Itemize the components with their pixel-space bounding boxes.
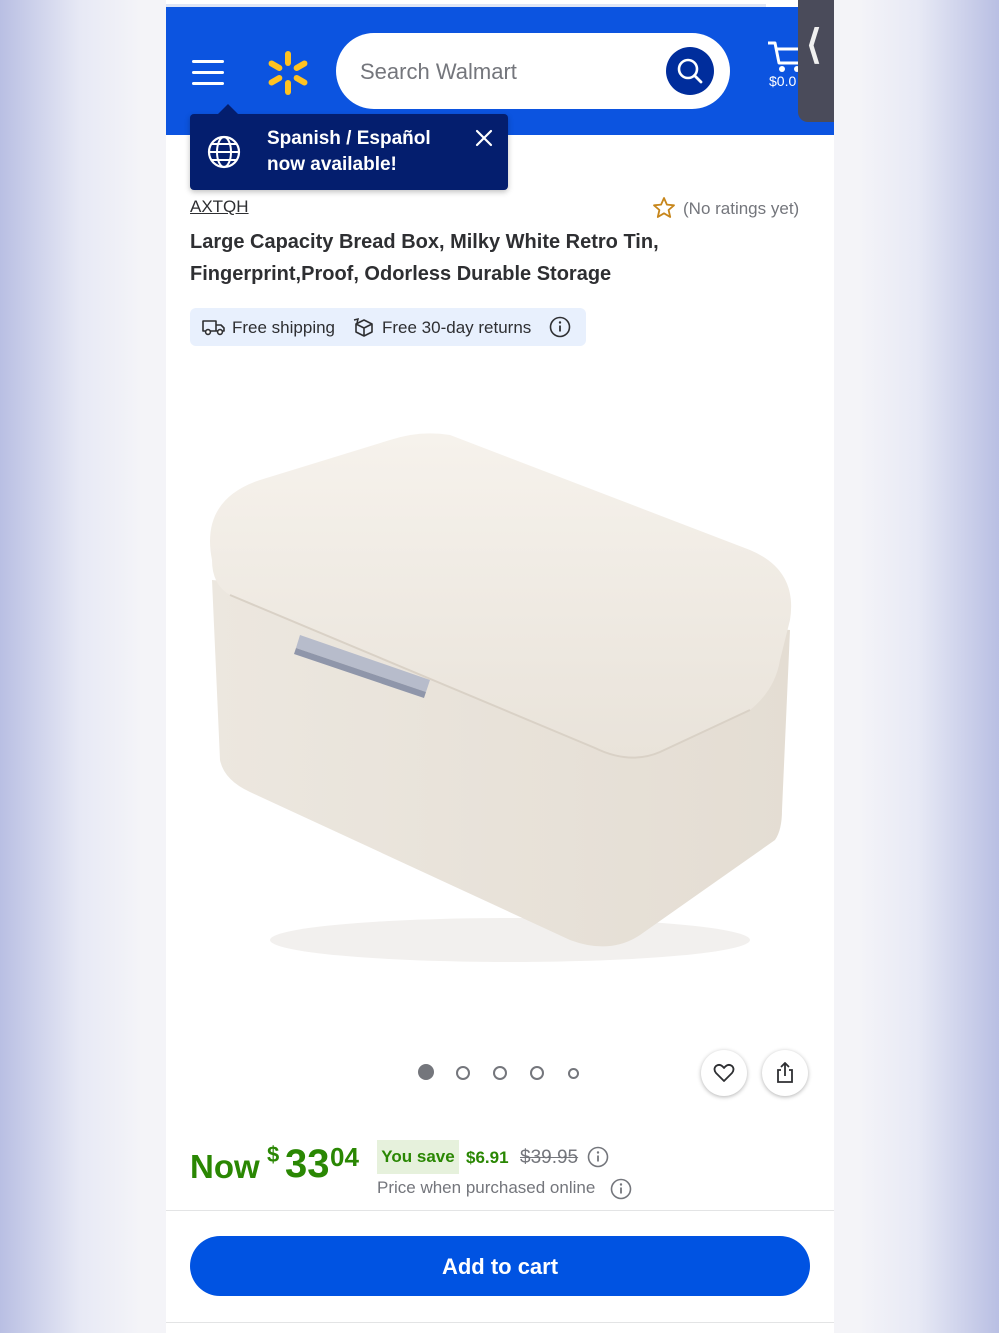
search-button[interactable] (666, 47, 714, 95)
share-button[interactable] (762, 1050, 808, 1096)
language-tooltip: Spanish / Español now available! (190, 104, 508, 190)
heart-icon (713, 1063, 735, 1082)
globe-icon (207, 135, 241, 169)
return-box-icon (353, 317, 373, 337)
product-title: Large Capacity Bread Box, Milky White Re… (190, 231, 659, 285)
online-price-info-icon[interactable] (610, 1178, 632, 1200)
search-icon (677, 58, 703, 84)
carousel-dot[interactable] (418, 1064, 434, 1080)
price-currency: $ (267, 1142, 280, 1167)
benefits-banner[interactable]: Free shipping Free 30-day returns (190, 308, 586, 346)
price-prefix: Now (190, 1148, 260, 1185)
add-to-cart-button[interactable]: Add to cart (190, 1236, 810, 1296)
carousel-dot[interactable] (456, 1066, 470, 1080)
side-back-tab[interactable]: ⟨ (798, 0, 834, 122)
you-save-badge: You save (377, 1140, 459, 1174)
menu-button[interactable] (190, 57, 226, 87)
star-outline-icon (653, 197, 675, 218)
divider (166, 1322, 834, 1323)
menu-icon (192, 60, 224, 63)
carousel-dot[interactable] (493, 1066, 507, 1080)
close-icon[interactable] (473, 127, 495, 149)
rating-text: (No ratings yet) (683, 199, 800, 218)
product-image[interactable] (190, 380, 810, 1020)
info-icon[interactable] (549, 316, 571, 338)
save-amount: $6.91 (466, 1148, 509, 1167)
favorite-button[interactable] (701, 1050, 747, 1096)
divider (166, 1210, 834, 1211)
cart-total: $0.0 (769, 73, 797, 89)
free-returns-text: Free 30-day returns (382, 318, 532, 337)
language-message: Spanish / Español now available! (267, 128, 431, 175)
search-bar (336, 33, 730, 109)
was-price: $39.95 (520, 1147, 579, 1168)
online-price-note: Price when purchased online (377, 1178, 596, 1197)
brand-link[interactable]: AXTQH (190, 197, 249, 217)
walmart-spark-logo[interactable] (264, 49, 312, 97)
price-info-icon[interactable] (587, 1146, 609, 1168)
image-carousel-dots (418, 1064, 588, 1082)
carousel-dot[interactable] (568, 1068, 579, 1079)
product-page: $0.0 ⟨ Spanish / Español now available! … (166, 0, 834, 1333)
chevron-left-icon: ⟨ (806, 23, 822, 67)
search-input[interactable] (358, 51, 652, 93)
free-shipping-text: Free shipping (232, 318, 336, 337)
price-dollars: 33 (285, 1142, 330, 1186)
truck-icon (202, 320, 225, 336)
price-cents: 04 (330, 1142, 359, 1172)
carousel-dot[interactable] (530, 1066, 544, 1080)
share-icon (777, 1062, 793, 1083)
